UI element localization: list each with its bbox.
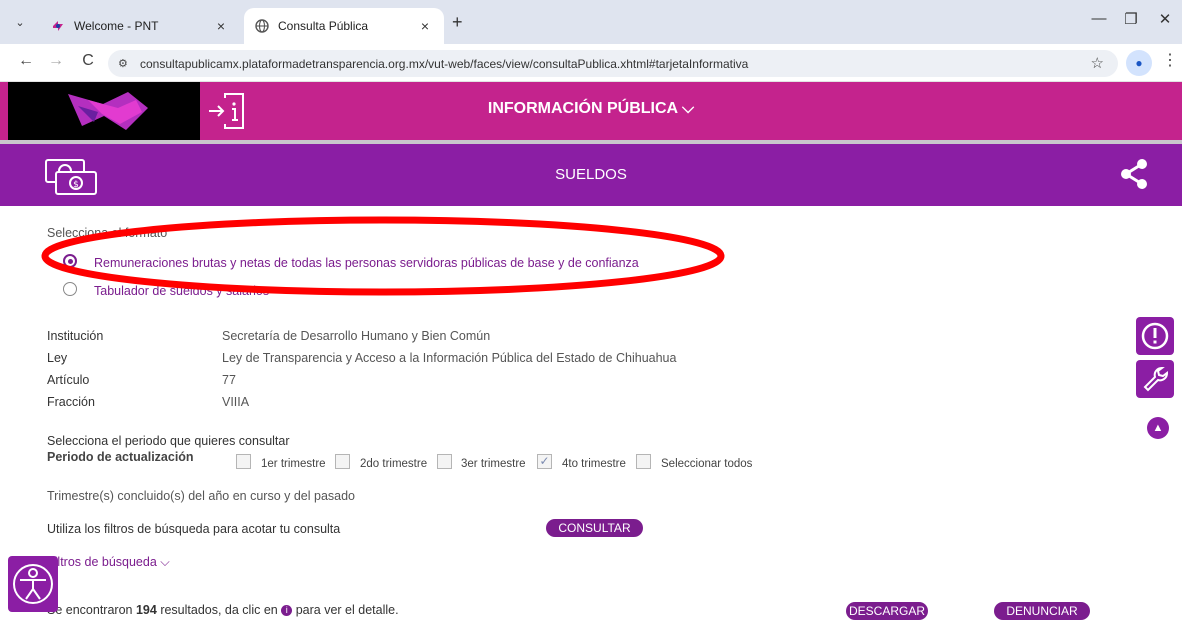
detail-value: Ley de Transparencia y Acceso a la Infor…	[222, 351, 677, 365]
detail-key: Artículo	[47, 373, 90, 387]
section-header: $ SUELDOS	[0, 144, 1182, 206]
section-title: SUELDOS	[555, 166, 627, 183]
detail-key: Institución	[47, 329, 104, 343]
browser-menu-icon[interactable]: ⋮	[1162, 50, 1178, 70]
period-option-label[interactable]: 1er trimestre	[261, 458, 326, 470]
period-option-label[interactable]: 2do trimestre	[360, 458, 427, 470]
filters-toggle[interactable]: Filtros de búsqueda ⌵	[47, 555, 170, 570]
reload-button[interactable]: C	[76, 52, 100, 70]
share-icon[interactable]	[1118, 158, 1150, 190]
bookmark-star-icon[interactable]: ☆	[1091, 54, 1104, 72]
accessibility-icon	[13, 564, 53, 604]
detail-value: VIIIA	[222, 395, 250, 409]
period-option-label[interactable]: 4to trimestre	[562, 458, 626, 470]
detail-value: 77	[222, 373, 236, 387]
detail-value: Secretaría de Desarrollo Humano y Bien C…	[222, 329, 491, 343]
filters-hint: Utiliza los filtros de búsqueda para aco…	[47, 522, 341, 536]
forward-button[interactable]: →	[44, 52, 68, 70]
format-option-label[interactable]: Remuneraciones brutas y netas de todas l…	[94, 256, 639, 270]
period-prompt: Selecciona el periodo que quieres consul…	[47, 434, 290, 448]
detail-key: Fracción	[47, 395, 95, 409]
address-bar-row: ← → C ⚙ consultapublicamx.plataformadetr…	[0, 44, 1182, 82]
period-checkbox-4[interactable]: ✓	[537, 454, 552, 469]
site-header: INFORMACIÓN PÚBLICA ⌵	[0, 82, 1182, 140]
window-close-icon[interactable]: ✕	[1150, 10, 1180, 28]
format-radio-remuneraciones[interactable]	[63, 254, 77, 268]
period-checkbox-3[interactable]	[437, 454, 452, 469]
tab-title: Welcome - PNT	[74, 19, 159, 33]
detail-key: Ley	[47, 351, 68, 365]
format-radio-tabulador[interactable]	[63, 282, 77, 296]
alert-circle-icon	[1141, 322, 1169, 350]
back-button[interactable]: ←	[14, 52, 38, 70]
tab-search-dropdown[interactable]: ⌄	[8, 10, 32, 34]
tools-button[interactable]	[1136, 360, 1174, 398]
pnt-favicon-icon	[50, 18, 66, 34]
period-checkbox-2[interactable]	[335, 454, 350, 469]
period-option-label[interactable]: 3er trimestre	[461, 458, 526, 470]
globe-icon	[254, 18, 270, 34]
results-prefix: Se encontraron	[47, 603, 133, 617]
period-checkbox-1[interactable]	[236, 454, 251, 469]
tab-consulta-publica[interactable]: Consulta Pública ×	[244, 8, 444, 44]
descargar-button[interactable]: DESCARGAR	[846, 602, 928, 620]
info-icon: i	[281, 605, 293, 617]
results-summary: Se encontraron 194 resultados, da clic e…	[47, 603, 399, 617]
scroll-top-icon[interactable]: ▲	[1147, 417, 1169, 439]
results-tail: para ver el detalle.	[295, 603, 399, 617]
profile-avatar-icon[interactable]: ●	[1126, 50, 1152, 76]
new-tab-button[interactable]: +	[452, 12, 463, 33]
accessibility-button[interactable]	[8, 556, 58, 612]
results-suffix: resultados, da clic en	[160, 603, 278, 617]
restore-icon[interactable]: ❐	[1116, 10, 1146, 28]
period-note: Trimestre(s) concluido(s) del año en cur…	[47, 489, 356, 503]
minimize-icon[interactable]: —	[1084, 10, 1114, 27]
informacion-publica-menu[interactable]: INFORMACIÓN PÚBLICA ⌵	[0, 100, 1182, 118]
alert-button[interactable]	[1136, 317, 1174, 355]
url-input[interactable]: ⚙ consultapublicamx.plataformadetranspar…	[108, 50, 1118, 77]
format-label: Selecciona el formato	[47, 226, 168, 240]
consultar-button[interactable]: CONSULTAR	[546, 519, 643, 537]
select-all-checkbox[interactable]	[636, 454, 651, 469]
period-option-label[interactable]: Seleccionar todos	[661, 458, 752, 470]
tab-title: Consulta Pública	[278, 19, 369, 33]
format-option-label[interactable]: Tabulador de sueldos y salarios	[94, 284, 269, 298]
results-count: 194	[135, 603, 157, 617]
browser-tab-bar: ⌄ Welcome - PNT × Consulta Pública × + —…	[0, 0, 1182, 44]
tab-welcome[interactable]: Welcome - PNT ×	[40, 8, 240, 44]
site-settings-icon[interactable]: ⚙	[118, 57, 140, 70]
tab-close-icon[interactable]: ×	[416, 18, 434, 34]
period-label: Periodo de actualización	[47, 450, 194, 464]
wrench-icon	[1143, 367, 1168, 392]
denunciar-button[interactable]: DENUNCIAR	[994, 602, 1090, 620]
tab-close-icon[interactable]: ×	[212, 18, 230, 34]
url-text: consultapublicamx.plataformadetransparen…	[140, 56, 749, 71]
